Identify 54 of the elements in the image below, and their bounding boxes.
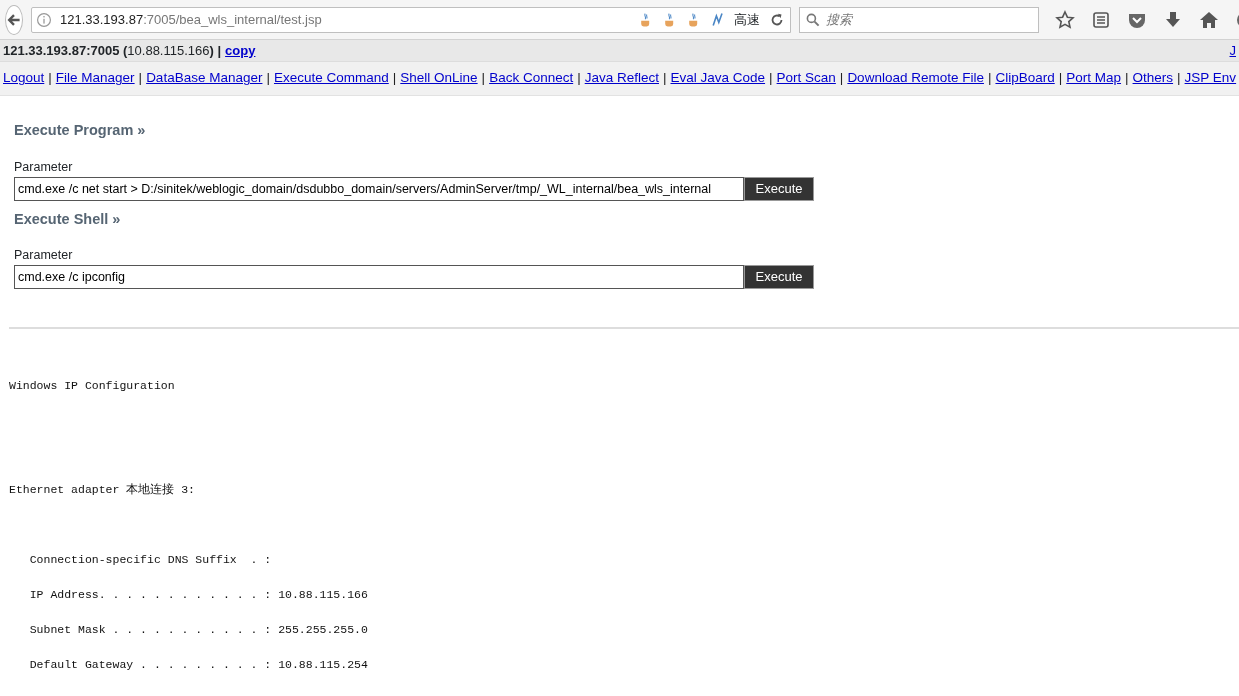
nav-link[interactable]: Port Map — [1066, 68, 1122, 89]
parameter-input[interactable]: cmd.exe /c ipconfig — [14, 265, 744, 289]
separator: | — [769, 69, 773, 88]
section-heading: Execute Shell » — [14, 209, 122, 229]
execute-button[interactable]: Execute — [744, 265, 814, 289]
separator: | — [138, 69, 143, 88]
home-icon[interactable] — [1199, 9, 1219, 30]
search-field[interactable]: 搜索 — [799, 6, 1039, 33]
info-icon[interactable] — [36, 11, 52, 28]
output-line: IP Address. . . . . . . . . . . . : 10.88.115.166 — [28, 588, 369, 602]
separator: | — [663, 69, 667, 88]
nav-link[interactable]: DataBase Manager — [146, 68, 263, 89]
separator: | — [1058, 69, 1063, 88]
execute-button[interactable]: Execute — [744, 176, 814, 201]
nav-link[interactable]: Eval Java Code — [670, 68, 766, 89]
nav-link[interactable]: Logout — [3, 68, 45, 89]
parameter-input[interactable]: cmd.exe /c net start > D:/sinitek/weblogic_domain/dsdubbo_domain/servers/AdminServer/tmp/_WL_internal/bea_wls_internal — [14, 176, 744, 201]
nav-link[interactable]: ClipBoard — [995, 68, 1055, 89]
separator: | — [481, 69, 486, 88]
field-label: Parameter — [14, 247, 74, 265]
url-text: 121.33.193.87:7005/bea_wls_internal/test.jsp — [60, 10, 323, 29]
separator: | — [1125, 69, 1129, 88]
nav-link[interactable]: JSP Env — [1184, 68, 1237, 89]
reading-list-icon[interactable] — [1091, 9, 1111, 30]
output-line: Default Gateway . . . . . . . . . : 10.88.115.254 — [28, 658, 369, 672]
star-icon[interactable] — [1055, 9, 1075, 30]
separator: | — [1177, 69, 1181, 88]
output-line: Windows IP Configuration — [8, 379, 176, 393]
nav-link[interactable]: Port Scan — [776, 68, 836, 89]
separator: | — [987, 69, 992, 88]
back-button[interactable] — [5, 4, 23, 35]
nav-link[interactable]: File Manager — [55, 68, 135, 89]
nav-link[interactable]: Execute Command — [273, 68, 389, 89]
separator: | — [839, 69, 844, 88]
field-label: Parameter — [14, 158, 74, 176]
lightning-icon[interactable] — [710, 10, 726, 29]
separator: | — [266, 69, 270, 88]
nav-link-cut[interactable]: J — [1229, 40, 1236, 61]
nav-link[interactable]: Others — [1132, 68, 1174, 89]
nav-link[interactable]: Java Reflect — [584, 68, 659, 89]
separator: | — [392, 69, 397, 88]
output-line: Subnet Mask . . . . . . . . . . . : 255.255.255.0 — [28, 623, 369, 637]
output-line: Connection-specific DNS Suffix . : — [28, 553, 273, 567]
separator: | — [48, 69, 52, 88]
copy-link[interactable]: copy — [225, 40, 256, 61]
nav-link[interactable]: Back Connect — [489, 68, 574, 89]
output-line: Ethernet adapter 本地连接 3: — [8, 483, 197, 497]
address-bar[interactable]: 121.33.193.87:7005/bea_wls_internal/test.jsp 高速 — [31, 6, 791, 33]
nav-link[interactable]: Download Remote File — [847, 68, 984, 89]
server-info: 121.33.193.87:7005 (10.88.115.166) | — [3, 41, 222, 60]
separator: | — [577, 69, 581, 88]
nav-link[interactable]: Shell OnLine — [400, 68, 478, 89]
section-heading: Execute Program » — [14, 121, 147, 140]
speed-label[interactable]: 高速 — [734, 9, 760, 30]
